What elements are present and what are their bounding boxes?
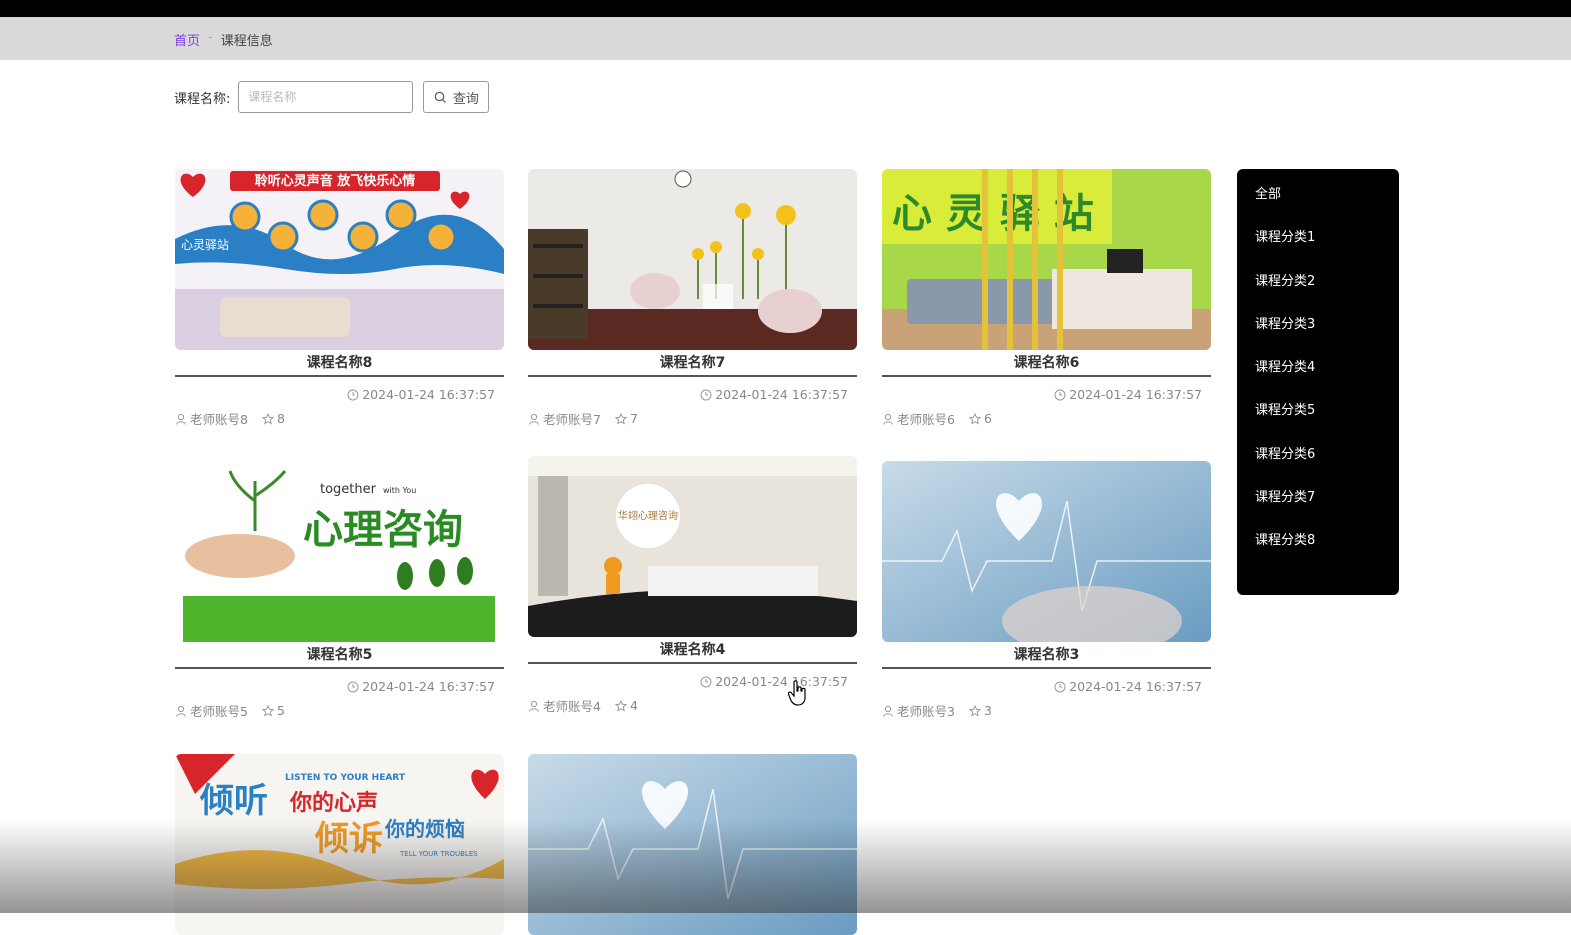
category-sidebar: 全部 课程分类1 课程分类2 课程分类3 课程分类4 课程分类5 课程分类6 课…: [1237, 169, 1399, 595]
top-black-bar: [0, 0, 1571, 17]
image-headline: 心 灵 驿 站: [892, 191, 1094, 237]
teacher-account: 老师账号6: [897, 412, 955, 427]
course-card[interactable]: together with You 心理咨询 课程名称5 2024-01-24 …: [175, 461, 504, 720]
like-count: 3: [983, 703, 992, 718]
course-title[interactable]: 课程名称4: [528, 637, 857, 664]
user-icon: [883, 705, 893, 717]
search-icon: [434, 91, 446, 103]
image-big-text-3: 倾诉: [314, 819, 383, 859]
course-image[interactable]: [528, 754, 857, 935]
image-big-text-1: 倾听: [199, 781, 268, 821]
teacher-account: 老师账号8: [190, 412, 248, 427]
course-card[interactable]: 华翊心理咨询 课程名称4 2024-01-24 16:37:57 老师账号4 4: [528, 456, 857, 715]
course-card[interactable]: [528, 754, 857, 935]
course-time: 2024-01-24 16:37:57: [175, 387, 504, 402]
category-item-6[interactable]: 课程分类6: [1237, 445, 1399, 488]
category-item-8[interactable]: 课程分类8: [1237, 531, 1399, 574]
image-banner-text: 聆听心灵声音 放飞快乐心情: [255, 173, 416, 189]
search-button-label: 查询: [452, 91, 479, 107]
star-icon: [968, 704, 981, 717]
course-meta: 老师账号3 3: [882, 701, 1211, 720]
category-item-1[interactable]: 课程分类1: [1237, 228, 1399, 271]
course-name-input[interactable]: [238, 81, 414, 113]
course-image[interactable]: LISTEN TO YOUR HEART 倾听 你的心声 倾诉 你的烦恼 TEL…: [175, 754, 504, 935]
course-image[interactable]: [882, 461, 1211, 642]
teacher-account: 老师账号3: [897, 704, 955, 719]
category-item-3[interactable]: 课程分类3: [1237, 315, 1399, 358]
course-title[interactable]: 课程名称5: [175, 642, 504, 669]
course-time: 2024-01-24 16:37:57: [882, 387, 1211, 402]
course-image[interactable]: [528, 169, 857, 350]
course-card[interactable]: 心 灵 驿 站 课程名称6 2024-01-24 16:37:57 老师账号6 …: [882, 169, 1211, 428]
hand-cursor-icon: [788, 680, 806, 706]
like-count: 7: [629, 411, 638, 426]
breadcrumb-home-link[interactable]: 首页: [174, 30, 200, 49]
image-small-text-2: with You: [383, 486, 416, 495]
course-image[interactable]: 聆听心灵声音 放飞快乐心情 心灵驿站: [175, 169, 504, 350]
clock-icon: [700, 676, 712, 687]
course-meta: 老师账号8 8: [175, 409, 504, 428]
course-card[interactable]: LISTEN TO YOUR HEART 倾听 你的心声 倾诉 你的烦恼 TEL…: [175, 754, 504, 935]
star-icon: [614, 412, 627, 425]
teacher-account: 老师账号5: [190, 704, 248, 719]
clock-icon: [1054, 681, 1066, 692]
course-card[interactable]: 聆听心灵声音 放飞快乐心情 心灵驿站 课程名称8 2024-01-24 16:3…: [175, 169, 504, 428]
category-item-7[interactable]: 课程分类7: [1237, 488, 1399, 531]
image-top-text: LISTEN TO YOUR HEART: [285, 773, 406, 783]
clock-icon: [1054, 389, 1066, 400]
course-title[interactable]: 课程名称6: [882, 350, 1211, 377]
search-label: 课程名称:: [174, 91, 231, 107]
course-title[interactable]: 课程名称3: [882, 642, 1211, 669]
star-icon: [261, 704, 274, 717]
image-bottom-text: TELL YOUR TROUBLES: [399, 850, 478, 858]
user-icon: [529, 413, 539, 425]
star-icon: [261, 412, 274, 425]
image-small-text: together: [320, 482, 377, 497]
course-time: 2024-01-24 16:37:57: [175, 679, 504, 694]
like-count: 8: [276, 411, 285, 426]
star-icon: [968, 412, 981, 425]
course-card[interactable]: 课程名称3 2024-01-24 16:37:57 老师账号3 3: [882, 461, 1211, 720]
course-meta: 老师账号6 6: [882, 409, 1211, 428]
course-title[interactable]: 课程名称8: [175, 350, 504, 377]
teacher-account: 老师账号7: [543, 412, 601, 427]
user-icon: [883, 413, 893, 425]
like-count: 4: [629, 698, 638, 713]
category-item-all[interactable]: 全部: [1237, 185, 1399, 228]
image-big-text-4: 你的烦恼: [384, 817, 465, 841]
search-bar: 课程名称: 查询: [174, 81, 490, 113]
breadcrumb-bar: 首页 - 课程信息: [0, 17, 1571, 60]
image-badge-text: 心灵驿站: [181, 238, 229, 252]
course-image[interactable]: 心 灵 驿 站: [882, 169, 1211, 350]
image-logo-text: 华翊心理咨询: [618, 509, 678, 522]
image-headline: 心理咨询: [303, 507, 463, 553]
search-button[interactable]: 查询: [423, 81, 490, 113]
course-card[interactable]: 课程名称7 2024-01-24 16:37:57 老师账号7 7: [528, 169, 857, 428]
course-meta: 老师账号7 7: [528, 409, 857, 428]
course-title[interactable]: 课程名称7: [528, 350, 857, 377]
course-time: 2024-01-24 16:37:57: [882, 679, 1211, 694]
category-item-2[interactable]: 课程分类2: [1237, 272, 1399, 315]
course-time: 2024-01-24 16:37:57: [528, 387, 857, 402]
clock-icon: [347, 389, 359, 400]
star-icon: [614, 699, 627, 712]
breadcrumb: 首页 - 课程信息: [174, 30, 273, 49]
category-item-4[interactable]: 课程分类4: [1237, 358, 1399, 401]
like-count: 5: [276, 703, 285, 718]
category-item-5[interactable]: 课程分类5: [1237, 401, 1399, 444]
user-icon: [529, 700, 539, 712]
course-image[interactable]: 华翊心理咨询: [528, 456, 857, 637]
user-icon: [176, 413, 186, 425]
course-image[interactable]: together with You 心理咨询: [175, 461, 504, 642]
clock-icon: [700, 389, 712, 400]
user-icon: [176, 705, 186, 717]
teacher-account: 老师账号4: [543, 699, 601, 714]
breadcrumb-separator: -: [208, 30, 213, 45]
image-big-text-2: 你的心声: [289, 790, 378, 816]
course-meta: 老师账号5 5: [175, 701, 504, 720]
breadcrumb-current: 课程信息: [220, 34, 273, 49]
clock-icon: [347, 681, 359, 692]
like-count: 6: [983, 411, 992, 426]
